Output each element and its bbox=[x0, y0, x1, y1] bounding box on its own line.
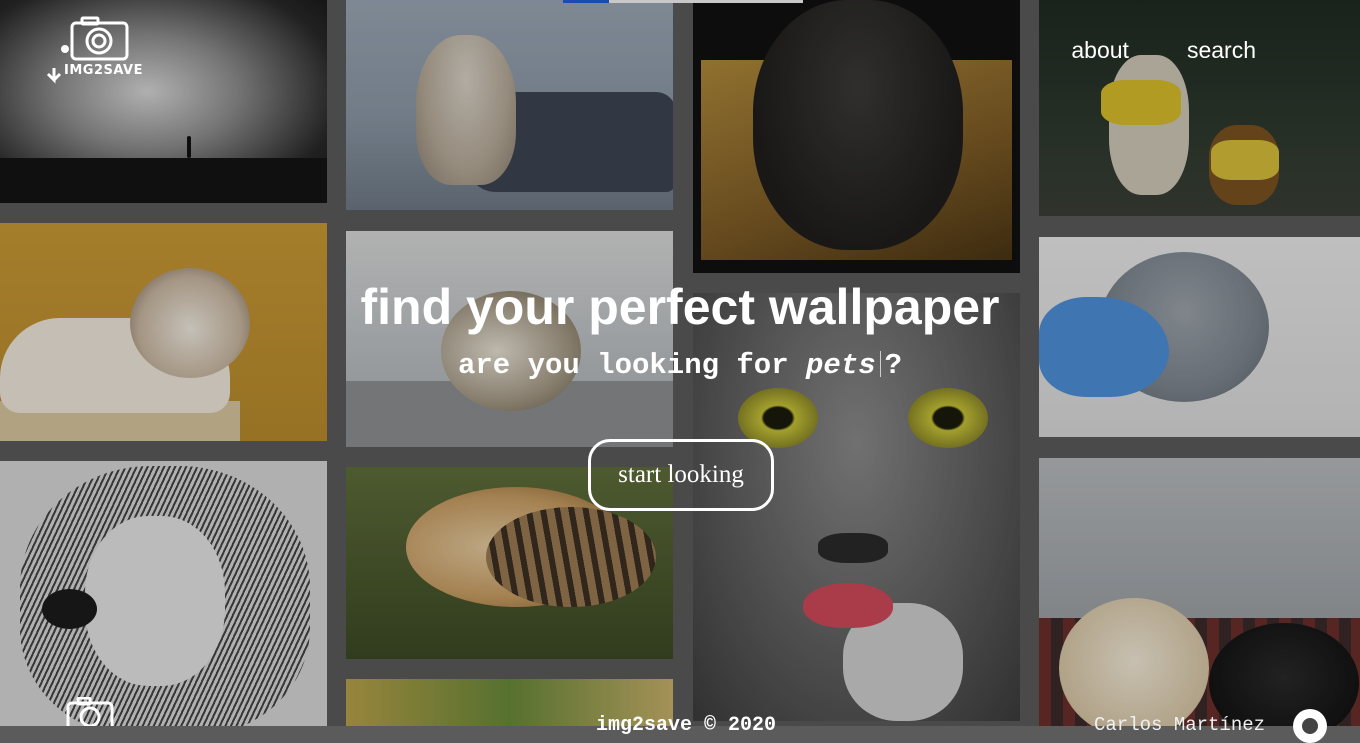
wallpaper-tile-cat-vet bbox=[1039, 237, 1360, 437]
brand-logo[interactable]: IMG2SAVE bbox=[46, 16, 154, 88]
tile-dog-sketch-nose bbox=[42, 589, 97, 629]
wallpaper-tile-hedgehog bbox=[346, 231, 673, 447]
wallpaper-tile-dog-otis bbox=[693, 0, 1020, 273]
tile-raincoat bbox=[1101, 80, 1181, 125]
tile-dog bbox=[1109, 55, 1189, 195]
github-icon[interactable] bbox=[1293, 709, 1327, 743]
start-looking-button[interactable]: start looking bbox=[588, 439, 774, 511]
top-accent-bar bbox=[563, 0, 803, 3]
accent-bar-fill bbox=[563, 0, 609, 3]
hero-subtitle-keyword: pets bbox=[806, 349, 876, 382]
tile-dog-sketch-face bbox=[85, 516, 225, 686]
hero-title: find your perfect wallpaper bbox=[360, 279, 1000, 335]
hero-subtitle-prefix: are you looking for bbox=[457, 349, 789, 382]
tile-cat-tongue bbox=[803, 583, 893, 628]
nav-search[interactable]: search bbox=[1187, 37, 1256, 64]
tile-cat bbox=[486, 507, 656, 607]
tile-figure bbox=[187, 136, 191, 158]
footer-author[interactable]: Carlos Martínez bbox=[1094, 714, 1265, 736]
tile-cat-eye bbox=[908, 388, 988, 448]
hero-subtitle-suffix: ? bbox=[884, 349, 903, 382]
brand-logo-text: IMG2SAVE bbox=[64, 63, 143, 78]
wallpaper-tile-sofa-cat bbox=[346, 0, 673, 210]
wallpaper-tile-dogs-raincoats bbox=[1039, 0, 1360, 216]
nav-about[interactable]: about bbox=[1071, 37, 1129, 64]
tile-dog bbox=[1059, 598, 1209, 726]
tile-dog bbox=[753, 0, 963, 250]
camera-icon bbox=[66, 697, 114, 726]
hero-subtitle: are you looking for pets? bbox=[0, 349, 1360, 382]
tile-raincoat bbox=[1211, 140, 1279, 180]
wallpaper-tile-dog-sketch bbox=[0, 461, 327, 726]
wallpaper-tile-dogs-smiling bbox=[1039, 458, 1360, 726]
main-nav: about search bbox=[1071, 37, 1256, 64]
tile-cat bbox=[416, 35, 516, 185]
tile-cat-nose bbox=[818, 533, 888, 563]
typing-caret bbox=[879, 351, 881, 377]
